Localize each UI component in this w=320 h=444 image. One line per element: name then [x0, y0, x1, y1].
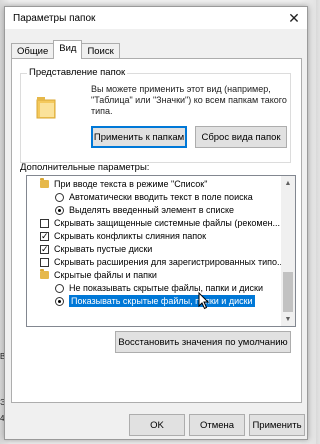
folder-icon	[40, 178, 49, 188]
scroll-down-icon[interactable]: ▼	[281, 312, 295, 326]
cancel-button[interactable]: Отмена	[189, 414, 245, 436]
reset-folders-button[interactable]: Сброс вида папок	[195, 126, 287, 148]
apply-button[interactable]: Применить	[249, 414, 305, 436]
list-item: При вводе текста в режиме "Список"	[40, 178, 207, 190]
hide-protected-files-checkbox[interactable]	[40, 218, 49, 228]
cursor-icon	[198, 292, 210, 310]
folder-view-description: Вы можете применить этот вид (например, …	[91, 84, 287, 116]
list-item[interactable]: Не показывать скрытые файлы, папки и дис…	[55, 282, 263, 294]
tab-view[interactable]: Вид	[53, 40, 83, 59]
tab-strip: Общие Вид Поиск	[11, 40, 120, 59]
restore-defaults-button[interactable]: Восстановить значения по умолчанию	[115, 331, 291, 353]
folder-view-group: Представление папок Вы можете применить …	[20, 67, 291, 163]
window-title: Параметры папок	[13, 12, 96, 24]
list-item[interactable]: Выделять введенный элемент в списке	[55, 204, 234, 216]
view-tab-panel: Представление папок Вы можете применить …	[11, 58, 302, 403]
folder-icon	[40, 269, 49, 279]
scroll-thumb[interactable]	[283, 272, 293, 312]
advanced-settings-label: Дополнительные параметры:	[20, 162, 150, 173]
list-item[interactable]: Скрывать расширения для зарегистрированн…	[40, 256, 282, 268]
hide-empty-drives-checkbox[interactable]	[40, 243, 49, 255]
list-item[interactable]: Скрывать конфликты слияния папок	[40, 230, 206, 242]
tab-general[interactable]: Общие	[11, 43, 55, 59]
dont-show-hidden-radio[interactable]	[55, 283, 64, 293]
list-item[interactable]: Автоматически вводить текст в поле поиск…	[55, 191, 253, 203]
show-hidden-radio[interactable]	[55, 296, 64, 306]
vertical-scrollbar[interactable]: ▲ ▼	[281, 176, 295, 326]
advanced-settings-list[interactable]: При вводе текста в режиме "Список" Автом…	[26, 175, 296, 327]
close-icon[interactable]: ✕	[281, 7, 307, 29]
folder-options-dialog: Параметры папок ✕ Общие Вид Поиск Предст…	[4, 6, 308, 440]
list-item[interactable]: Показывать скрытые файлы, папки и диски	[55, 294, 256, 308]
title-bar[interactable]: Параметры папок ✕	[5, 7, 307, 29]
list-item: Скрытые файлы и папки	[40, 269, 157, 281]
list-item[interactable]: Скрывать защищенные системные файлы (рек…	[40, 217, 280, 229]
tab-search[interactable]: Поиск	[81, 43, 120, 59]
folder-icon	[36, 97, 56, 119]
select-typed-item-radio[interactable]	[55, 205, 64, 215]
list-item[interactable]: Скрывать пустые диски	[40, 243, 152, 255]
hide-extensions-checkbox[interactable]	[40, 257, 49, 267]
auto-search-radio[interactable]	[55, 192, 64, 202]
ok-button[interactable]: OK	[129, 414, 185, 436]
apply-to-folders-button[interactable]: Применить к папкам	[91, 126, 187, 148]
folder-view-group-label: Представление папок	[27, 67, 128, 78]
hide-merge-conflicts-checkbox[interactable]	[40, 230, 49, 242]
scroll-up-icon[interactable]: ▲	[281, 176, 295, 190]
